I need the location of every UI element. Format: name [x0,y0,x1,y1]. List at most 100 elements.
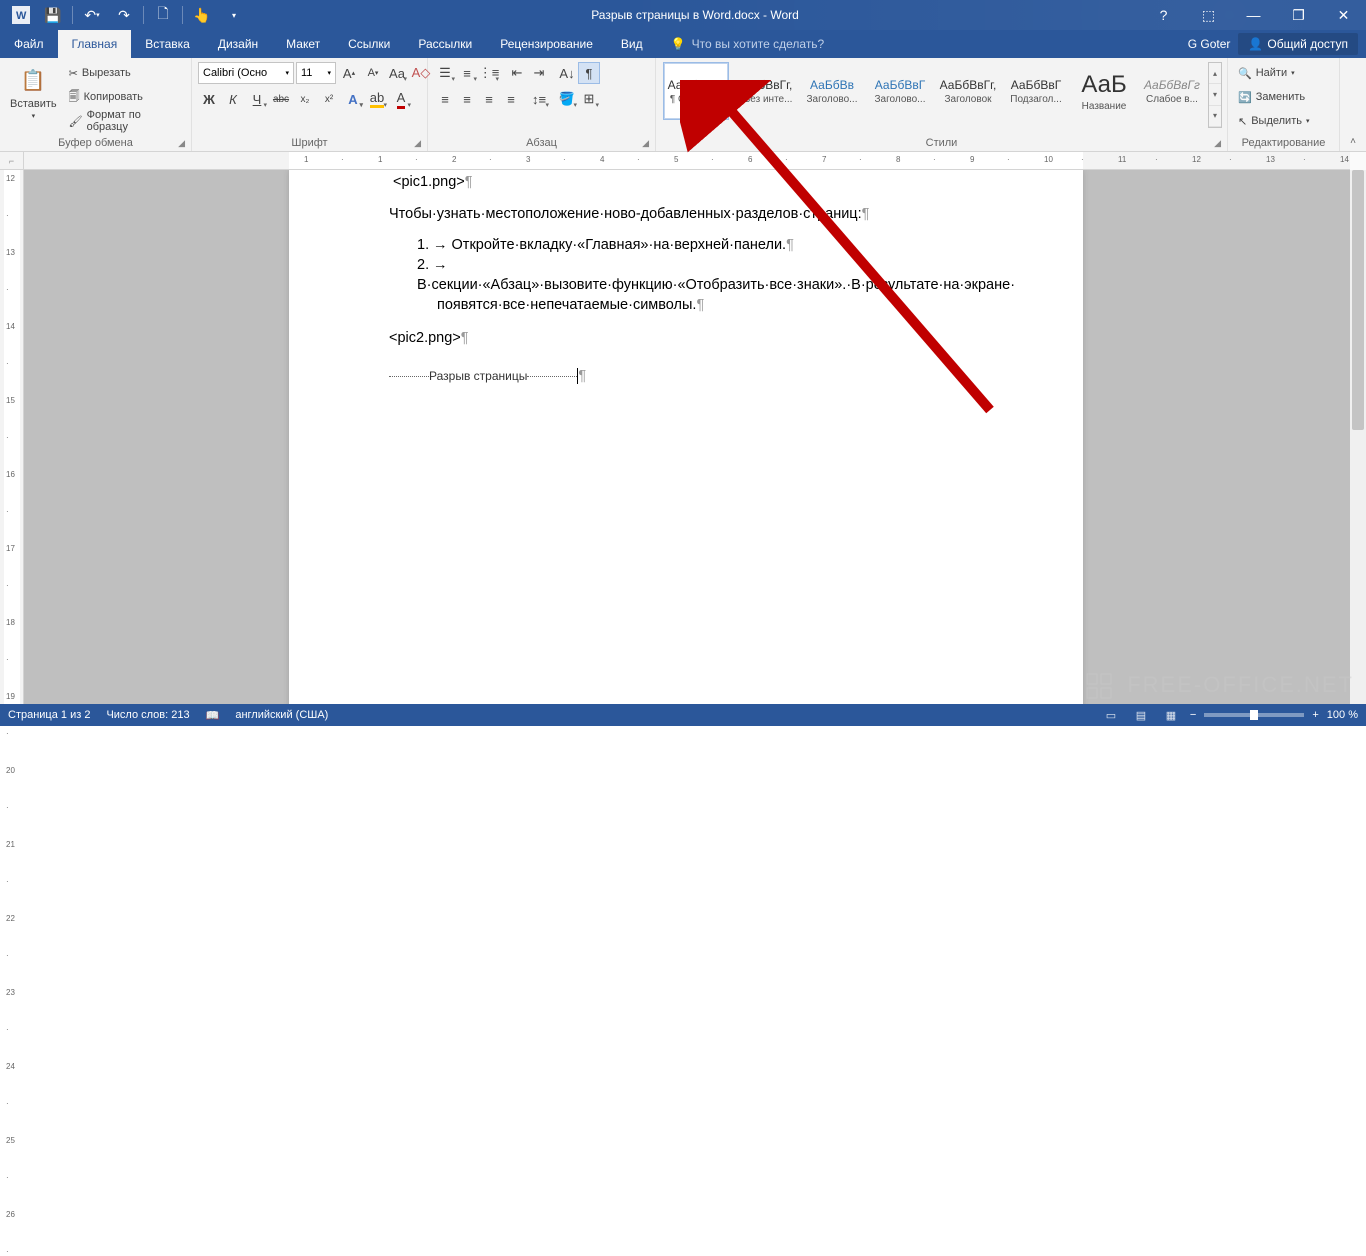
qat-customize-button[interactable]: ▾ [219,1,249,29]
vertical-scrollbar[interactable] [1350,170,1366,704]
collapse-ribbon-button[interactable]: ˄ [1340,58,1366,151]
style-normal[interactable]: АаБбВвГг,¶ Обычный [663,62,729,120]
style-heading2[interactable]: АаБбВвГЗаголово... [867,62,933,120]
clear-format-button[interactable]: A◇ [410,62,432,84]
copy-button[interactable]: 🗐Копировать [65,86,185,108]
tab-file[interactable]: Файл [0,30,58,58]
cut-button[interactable]: ✂Вырезать [65,62,185,84]
text-effects-button[interactable]: A [342,88,364,110]
minimize-button[interactable]: — [1231,0,1276,30]
shrink-font-button[interactable]: A▾ [362,62,384,84]
word-count[interactable]: Число слов: 213 [106,709,189,721]
align-left-button[interactable]: ≡ [434,88,456,110]
group-font: Calibri (Осно▾ 11▾ A▴ A▾ Aa A◇ Ж К Ч abc… [192,58,428,151]
format-painter-button[interactable]: 🖌Формат по образцу [65,110,185,132]
style-no-spacing[interactable]: АаБбВвГг,¶ Без инте... [731,62,797,120]
bullets-button[interactable]: ☰ [434,62,456,84]
touch-mode-button[interactable]: 👆 [187,1,217,29]
print-layout-button[interactable]: ▤ [1130,706,1152,724]
justify-button[interactable]: ≡ [500,88,522,110]
save-button[interactable]: 💾 [38,1,68,29]
styles-launcher[interactable]: ◢ [1214,138,1221,149]
copy-icon: 🗐 [69,88,80,107]
word-icon[interactable]: W [6,1,36,29]
find-button[interactable]: 🔍Найти▾ [1234,62,1313,84]
vertical-ruler[interactable]: 12·13·14·15·16·17·18·19·20·21·22·23·24·2… [0,170,24,704]
align-center-button[interactable]: ≡ [456,88,478,110]
para-launcher[interactable]: ◢ [642,138,649,149]
language-indicator[interactable]: английский (США) [235,709,328,721]
new-doc-button[interactable]: 🗋 [148,1,178,29]
show-marks-button[interactable]: ¶ [578,62,600,84]
numbering-button[interactable]: ≡ [456,62,478,84]
tab-design[interactable]: Дизайн [204,30,272,58]
font-launcher[interactable]: ◢ [414,138,421,149]
share-button[interactable]: 👤 Общий доступ [1238,33,1358,55]
style-emphasis[interactable]: АаБбВвГгСлабое в... [1139,62,1205,120]
horizontal-ruler[interactable]: 1·1·2·3·4·5·6·7·8·9·10·11·12·13·14·15·16… [24,152,1350,170]
zoom-out-button[interactable]: − [1190,709,1196,721]
clipboard-launcher[interactable]: ◢ [178,138,185,149]
shading-button[interactable]: 🪣 [556,88,578,110]
grow-font-button[interactable]: A▴ [338,62,360,84]
group-editing: 🔍Найти▾ 🔄Заменить ↖Выделить▾ Редактирова… [1228,58,1340,151]
style-title[interactable]: АаБНазвание [1071,62,1137,120]
change-case-button[interactable]: Aa [386,62,408,84]
indent-button[interactable]: ⇥ [528,62,550,84]
multilevel-button[interactable]: ⋮≡ [478,62,500,84]
italic-button[interactable]: К [222,88,244,110]
maximize-button[interactable]: ❐ [1276,0,1321,30]
align-right-button[interactable]: ≡ [478,88,500,110]
quick-access-toolbar: W 💾 ↶▾ ↷ 🗋 👆 ▾ [0,1,249,29]
styles-scroll[interactable]: ▴▾▾ [1208,62,1222,128]
zoom-in-button[interactable]: + [1312,709,1318,721]
redo-button[interactable]: ↷ [109,1,139,29]
zoom-level[interactable]: 100 % [1327,709,1358,721]
underline-button[interactable]: Ч [246,88,268,110]
page-indicator[interactable]: Страница 1 из 2 [8,709,90,721]
sort-button[interactable]: A↓ [556,62,578,84]
read-mode-button[interactable]: ▭ [1100,706,1122,724]
paste-button[interactable]: 📋 Вставить ▾ [6,62,61,122]
user-name[interactable]: G Goter [1188,37,1231,51]
tab-home[interactable]: Главная [58,30,132,58]
tab-references[interactable]: Ссылки [334,30,404,58]
font-size-combo[interactable]: 11▾ [296,62,336,84]
scrollbar-thumb[interactable] [1352,170,1364,430]
subscript-button[interactable]: x₂ [294,88,316,110]
help-button[interactable]: ? [1141,0,1186,30]
bold-button[interactable]: Ж [198,88,220,110]
tab-view[interactable]: Вид [607,30,657,58]
strike-button[interactable]: abc [270,88,292,110]
replace-button[interactable]: 🔄Заменить [1234,86,1313,108]
style-heading1[interactable]: АаБбВвЗаголово... [799,62,865,120]
borders-button[interactable]: ⊞ [578,88,600,110]
tab-insert[interactable]: Вставка [131,30,204,58]
outdent-button[interactable]: ⇤ [506,62,528,84]
superscript-button[interactable]: x² [318,88,340,110]
select-button[interactable]: ↖Выделить▾ [1234,110,1313,132]
style-heading3[interactable]: АаБбВвГг,Заголовок [935,62,1001,120]
styles-gallery[interactable]: АаБбВвГг,¶ Обычный АаБбВвГг,¶ Без инте..… [662,62,1222,128]
list-item-1: Откройте·вкладку·«Главная»·на·верхней·па… [452,237,787,253]
tab-mailings[interactable]: Рассылки [404,30,486,58]
font-name-combo[interactable]: Calibri (Осно▾ [198,62,294,84]
page-break-marker: Разрыв страницы [389,366,983,386]
document-area[interactable]: <pic1.png> Чтобы·узнать·местоположение·н… [24,170,1350,704]
ribbon-options-button[interactable]: ⬚ [1186,0,1231,30]
style-subheading[interactable]: АаБбВвГПодзагол... [1003,62,1069,120]
tab-layout[interactable]: Макет [272,30,334,58]
close-button[interactable]: ✕ [1321,0,1366,30]
font-color-button[interactable]: A [390,88,412,110]
tab-review[interactable]: Рецензирование [486,30,607,58]
tell-me-search[interactable]: 💡 Что вы хотите сделать? [657,30,825,58]
brush-icon: 🖌 [69,115,83,128]
spell-check-icon[interactable]: 📖 [206,709,220,722]
zoom-slider[interactable] [1204,713,1304,717]
undo-button[interactable]: ↶▾ [77,1,107,29]
line-spacing-button[interactable]: ↕≡ [528,88,550,110]
web-layout-button[interactable]: ▦ [1160,706,1182,724]
page[interactable]: <pic1.png> Чтобы·узнать·местоположение·н… [289,170,1083,704]
list-item-2a: В·секции·«Абзац»·вызовите·функцию·«Отобр… [417,277,1015,293]
highlight-button[interactable]: ab [366,88,388,110]
